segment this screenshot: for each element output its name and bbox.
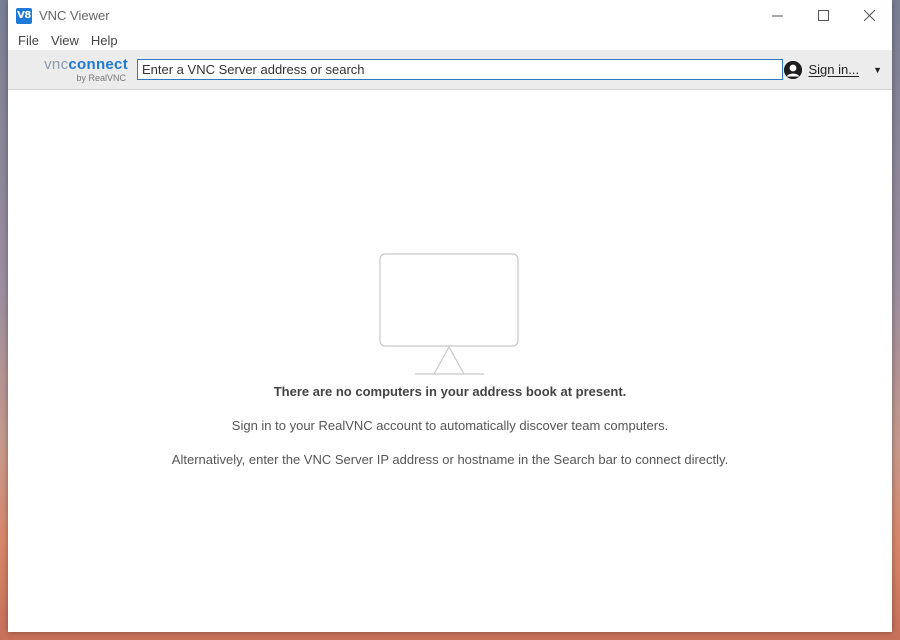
maximize-icon [817,10,829,21]
search-input[interactable] [137,59,783,80]
sign-in-button[interactable]: Sign in... ▼ [784,50,882,89]
menu-file[interactable]: File [12,31,45,50]
chevron-down-icon[interactable]: ▼ [873,65,882,75]
close-button[interactable] [846,0,892,31]
minimize-button[interactable] [754,0,800,31]
address-book-area: There are no computers in your address b… [8,90,892,632]
vnc-connect-logo: vncconnect by RealVNC [12,57,128,83]
vnc-app-icon: V8 [16,7,32,24]
menu-view[interactable]: View [45,31,85,50]
window-controls [754,0,892,31]
minimize-icon [771,15,783,17]
maximize-button[interactable] [800,0,846,31]
menu-help[interactable]: Help [85,31,124,50]
close-icon [863,10,875,21]
user-avatar-icon [784,60,803,79]
brand-subtitle: by RealVNC [76,72,126,83]
empty-state-sign-in-hint: Sign in to your RealVNC account to autom… [231,418,669,433]
toolbar: vncconnect by RealVNC Sign in... ▼ [8,50,892,90]
monitor-icon [379,253,519,375]
menu-bar: File View Help [8,31,892,50]
brand-vnc-text: vnc [44,55,69,73]
empty-state-title: There are no computers in your address b… [273,384,627,399]
vnc-viewer-window: V8 VNC Viewer File View Help vncconnect … [8,0,892,632]
sign-in-label: Sign in... [808,62,860,77]
window-title: VNC Viewer [39,8,110,23]
empty-state-search-hint: Alternatively, enter the VNC Server IP a… [171,452,729,467]
title-bar[interactable]: V8 VNC Viewer [8,0,892,31]
brand-connect-text: connect [68,55,128,73]
brand-wordmark: vncconnect [44,57,128,72]
